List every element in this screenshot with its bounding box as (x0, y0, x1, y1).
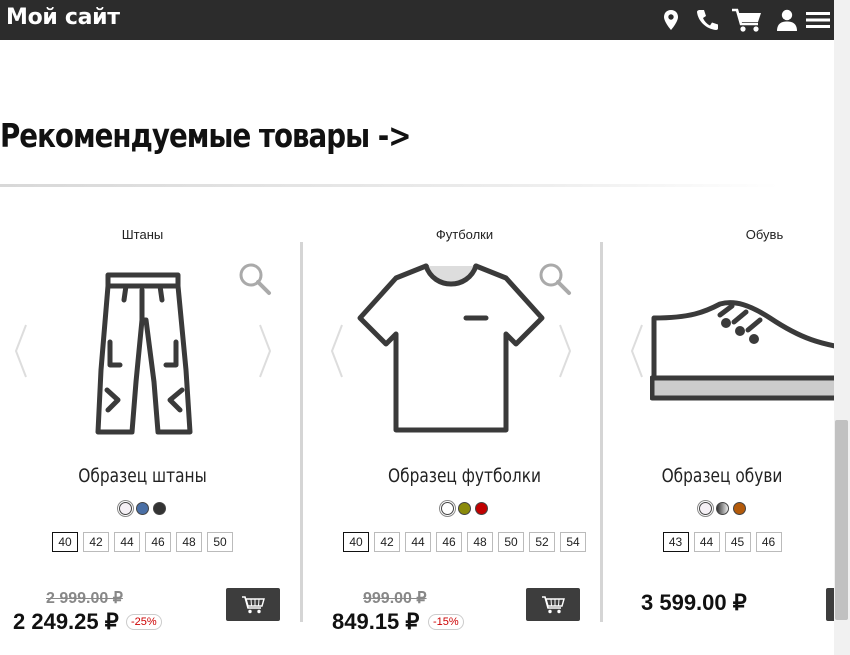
color-swatch[interactable] (441, 502, 454, 515)
size-option[interactable]: 46 (755, 532, 782, 552)
menu-icon[interactable] (806, 7, 830, 33)
card-divider (600, 242, 603, 622)
shoe-icon[interactable] (650, 260, 834, 440)
product-price: 3 599.00 ₽ (641, 590, 747, 615)
size-option[interactable]: 54 (560, 532, 586, 552)
color-swatch[interactable] (119, 502, 132, 515)
size-option[interactable]: 48 (467, 532, 493, 552)
product-card: Футболки Образец футболки 40 42 44 46 48… (322, 218, 622, 655)
size-options: 40 42 44 46 48 50 52 54 (322, 532, 607, 552)
cart-icon (542, 596, 565, 614)
tshirt-icon[interactable] (356, 260, 546, 440)
card-divider (300, 242, 303, 622)
add-to-cart-button[interactable] (826, 588, 834, 621)
product-name[interactable]: Образец штаны (14, 465, 271, 487)
phone-icon[interactable] (695, 7, 719, 33)
size-option[interactable]: 40 (343, 532, 369, 552)
size-option[interactable]: 44 (405, 532, 431, 552)
product-card: Обувь Образец обуви 43 44 45 46 3 599.00… (622, 218, 834, 655)
color-swatch[interactable] (136, 502, 149, 515)
section-divider (0, 184, 780, 187)
add-to-cart-button[interactable] (226, 588, 280, 621)
size-option[interactable]: 40 (52, 532, 78, 552)
zoom-icon[interactable] (238, 262, 272, 296)
cart-icon[interactable] (731, 7, 763, 33)
header-bar: Мой сайт (0, 0, 834, 40)
size-option[interactable]: 44 (693, 532, 720, 552)
size-options: 43 44 45 46 (622, 532, 822, 552)
color-swatch[interactable] (732, 502, 746, 515)
product-category[interactable]: Штаны (0, 227, 285, 242)
discount-badge: -15% (428, 614, 464, 630)
size-option[interactable]: 46 (436, 532, 462, 552)
product-price: 849.15 ₽ (332, 609, 420, 634)
discount-badge: -25% (126, 614, 162, 630)
size-option[interactable]: 50 (498, 532, 524, 552)
product-category[interactable]: Футболки (322, 227, 607, 242)
product-card: Штаны Образец штаны 40 42 44 46 48 50 2 … (0, 218, 300, 655)
size-option[interactable]: 46 (145, 532, 171, 552)
add-to-cart-button[interactable] (526, 588, 580, 621)
chevron-left-icon[interactable] (630, 323, 644, 379)
size-option[interactable]: 42 (374, 532, 400, 552)
size-option[interactable]: 44 (114, 532, 140, 552)
product-name[interactable]: Образец обуви (632, 465, 812, 487)
color-swatch[interactable] (475, 502, 488, 515)
chevron-left-icon[interactable] (330, 323, 344, 379)
section-title[interactable]: Рекомендуемые товары -> (0, 116, 411, 155)
user-icon[interactable] (776, 7, 798, 33)
chevron-left-icon[interactable] (14, 323, 28, 379)
size-option[interactable]: 42 (83, 532, 109, 552)
color-swatch[interactable] (153, 502, 166, 515)
product-category[interactable]: Обувь (622, 227, 834, 242)
chevron-right-icon[interactable] (558, 323, 572, 379)
size-options: 40 42 44 46 48 50 (0, 532, 285, 552)
cart-icon (242, 596, 265, 614)
color-swatches (322, 502, 607, 515)
size-option[interactable]: 52 (529, 532, 555, 552)
page-scrollbar-thumb[interactable] (835, 420, 848, 620)
old-price: 2 999.00 ₽ (46, 590, 123, 607)
color-swatch[interactable] (715, 502, 729, 515)
product-name[interactable]: Образец футболки (336, 465, 593, 487)
color-swatches (622, 502, 822, 515)
size-option[interactable]: 50 (207, 532, 233, 552)
size-option[interactable]: 45 (724, 532, 751, 552)
product-price: 2 249.25 ₽ (13, 609, 119, 634)
size-option[interactable]: 43 (662, 532, 689, 552)
chevron-right-icon[interactable] (258, 323, 272, 379)
color-swatches (0, 502, 285, 515)
pants-icon[interactable] (70, 260, 230, 440)
old-price: 999.00 ₽ (363, 590, 427, 607)
location-pin-icon[interactable] (663, 7, 679, 33)
color-swatch[interactable] (458, 502, 471, 515)
color-swatch[interactable] (698, 502, 712, 515)
size-option[interactable]: 48 (176, 532, 202, 552)
site-title[interactable]: Мой сайт (6, 5, 120, 30)
